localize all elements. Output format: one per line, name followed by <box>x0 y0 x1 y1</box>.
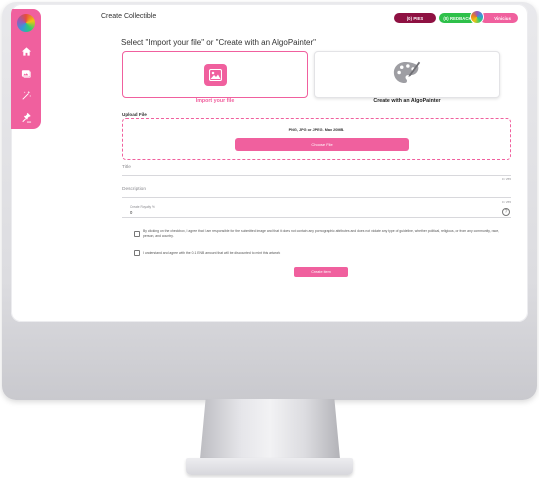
monitor-stand-neck <box>200 399 340 459</box>
royalty-input[interactable]: 0 <box>130 210 132 215</box>
user-name: Vinicius <box>494 15 511 21</box>
description-counter: 0 / 255 <box>501 200 511 204</box>
section-title: Select "Import your file" or "Create wit… <box>121 38 317 47</box>
avatar[interactable] <box>470 10 484 24</box>
import-file-option[interactable] <box>122 51 308 98</box>
title-underline <box>122 175 511 176</box>
app-logo[interactable] <box>17 14 35 32</box>
algopainter-label[interactable]: Create with an AlgoPainter <box>314 98 500 104</box>
monitor-stand-base <box>186 458 353 475</box>
choose-file-button[interactable]: Choose File <box>235 138 409 151</box>
page-title: Create Collectible <box>101 13 157 20</box>
agree-terms-checkbox[interactable] <box>134 231 140 237</box>
royalty-underline <box>122 217 511 218</box>
algopainter-option[interactable] <box>314 51 500 98</box>
app-screen: Create Collectible (0) PIES (0) REDBACK … <box>11 4 528 322</box>
royalty-label: Create Royalty % <box>130 205 155 209</box>
upload-title: Upload File <box>122 112 147 117</box>
upload-dropzone[interactable]: PNG, JPG or JPEG. Max 20MB. Choose File <box>122 118 511 160</box>
magic-wand-icon[interactable] <box>19 88 33 102</box>
agree-fee-checkbox[interactable] <box>134 250 140 256</box>
create-item-button[interactable]: Create item <box>294 267 348 277</box>
user-menu-button[interactable]: Vinicius <box>480 13 518 23</box>
help-icon[interactable]: ? <box>502 208 510 216</box>
import-file-label[interactable]: Import your file <box>122 98 308 104</box>
gavel-icon[interactable] <box>19 110 33 124</box>
home-icon[interactable] <box>19 44 33 58</box>
title-field[interactable]: Title <box>122 165 131 170</box>
agree-fee-text: I understand and agree with the 0.1 ENB … <box>143 251 281 255</box>
monitor-frame: Create Collectible (0) PIES (0) REDBACK … <box>2 2 537 400</box>
agree-terms-text: By clicking on the checkbox, I agree tha… <box>143 229 500 238</box>
description-underline <box>122 197 511 198</box>
gallery-icon[interactable] <box>19 66 33 80</box>
upload-hint: PNG, JPG or JPEG. Max 20MB. <box>288 128 345 132</box>
image-icon <box>203 63 227 86</box>
description-field[interactable]: Description <box>122 187 146 192</box>
pies-balance-badge[interactable]: (0) PIES <box>394 13 436 23</box>
title-counter: 0 / 255 <box>501 177 511 181</box>
sidebar <box>11 9 41 129</box>
palette-icon <box>393 60 421 90</box>
